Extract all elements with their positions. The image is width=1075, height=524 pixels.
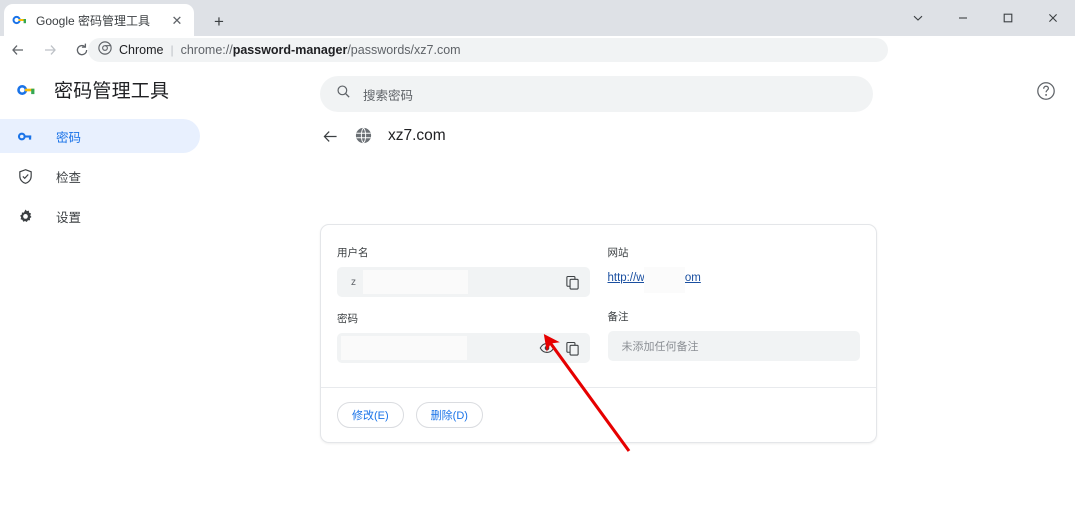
- website-link-prefix: http://w: [607, 272, 645, 284]
- password-redaction: [341, 336, 467, 360]
- close-icon[interactable]: ✕: [168, 11, 186, 29]
- username-field-group: 用户名 z: [337, 245, 590, 297]
- maximize-icon[interactable]: [985, 0, 1030, 36]
- chrome-label: Chrome: [119, 43, 164, 57]
- username-input[interactable]: z: [337, 267, 590, 297]
- browser-window: Google 密码管理工具 ✕ + Chrome | chrome://pass…: [0, 0, 1075, 524]
- address-bar[interactable]: Chrome | chrome://password-manager/passw…: [88, 38, 888, 62]
- back-icon[interactable]: [4, 36, 32, 64]
- sidebar-item-label: 密码: [56, 130, 82, 145]
- omnibox-separator: |: [170, 43, 174, 57]
- edit-button[interactable]: 修改(E): [337, 402, 404, 428]
- new-tab-button[interactable]: +: [206, 8, 232, 34]
- password-card: 用户名 z 密码 网站 http://w com 备注 未添加任何备注 修改(E…: [320, 224, 877, 443]
- card-body: 用户名 z 密码 网站 http://w com 备注 未添加任何备注: [321, 225, 876, 387]
- key-icon: [16, 79, 38, 101]
- copy-icon[interactable]: [564, 273, 582, 291]
- search-placeholder: 搜索密码: [363, 88, 414, 103]
- back-icon[interactable]: [320, 126, 340, 146]
- app-header: 密码管理工具 搜索密码: [0, 64, 1075, 119]
- detail-header: xz7.com: [320, 119, 920, 153]
- tab-strip: Google 密码管理工具 ✕ +: [0, 0, 1075, 36]
- tab-title: Google 密码管理工具: [36, 13, 151, 28]
- password-label: 密码: [337, 313, 358, 325]
- help-circle-icon[interactable]: [1035, 80, 1059, 104]
- note-field-group: 备注 未添加任何备注: [607, 309, 860, 361]
- page-title: 密码管理工具: [54, 81, 170, 102]
- google-password-manager-favicon: [12, 12, 28, 28]
- shield-check-icon: [16, 167, 34, 185]
- url-host: password-manager: [232, 43, 348, 57]
- card-actions: 修改(E) 删除(D): [321, 388, 876, 442]
- username-redaction: [363, 270, 468, 294]
- url-path: /passwords/xz7.com: [347, 43, 461, 57]
- sidebar-item-passwords[interactable]: 密码: [0, 119, 200, 153]
- website-link-line: http://wxxxxxxcom: [607, 267, 861, 293]
- sidebar-item-settings[interactable]: 设置: [0, 199, 200, 233]
- forward-icon[interactable]: [36, 36, 64, 64]
- right-column: 网站 http://wxxxxxxcom 备注 未添加任何备注: [607, 245, 861, 363]
- search-icon: [336, 84, 351, 104]
- copy-icon[interactable]: [564, 339, 582, 357]
- sidebar-item-label: 设置: [56, 210, 82, 225]
- close-icon[interactable]: [1030, 0, 1075, 36]
- password-field-group: 密码: [337, 311, 590, 363]
- password-manager-page: 密码管理工具 搜索密码 密码 检查 设置 xz7.com 用户名 z 密码 网站…: [0, 64, 1075, 524]
- website-redaction: [643, 267, 685, 293]
- browser-tab[interactable]: Google 密码管理工具 ✕: [4, 4, 194, 36]
- browser-toolbar: Chrome | chrome://password-manager/passw…: [0, 36, 1075, 96]
- delete-button[interactable]: 删除(D): [415, 402, 483, 428]
- sidebar: 密码 检查 设置: [0, 119, 248, 239]
- left-column: 用户名 z 密码: [337, 245, 590, 363]
- minimize-icon[interactable]: [940, 0, 985, 36]
- gear-icon: [16, 207, 34, 225]
- site-name: xz7.com: [388, 127, 446, 144]
- url-prefix: chrome://: [180, 43, 233, 57]
- website-label: 网站: [607, 247, 629, 259]
- chevron-down-icon[interactable]: [895, 0, 940, 36]
- search-input[interactable]: 搜索密码: [320, 76, 873, 112]
- eye-icon[interactable]: [538, 339, 556, 357]
- password-detail: xz7.com 用户名 z 密码 网站 http://w com 备注 未添加任…: [320, 119, 920, 443]
- username-label: 用户名: [337, 247, 369, 259]
- note-placeholder: 未添加任何备注: [621, 341, 699, 353]
- sidebar-item-checkup[interactable]: 检查: [0, 159, 200, 193]
- chrome-logo-icon: [98, 40, 112, 60]
- window-controls: [895, 0, 1075, 36]
- note-label: 备注: [607, 311, 629, 323]
- note-input[interactable]: 未添加任何备注: [607, 331, 860, 361]
- url-text: chrome://password-manager/passwords/xz7.…: [181, 43, 461, 57]
- globe-icon: [354, 126, 374, 146]
- key-icon: [16, 127, 34, 145]
- app-brand: 密码管理工具: [16, 76, 169, 103]
- sidebar-item-label: 检查: [56, 170, 82, 185]
- password-input[interactable]: [337, 333, 590, 363]
- website-field-group: 网站 http://wxxxxxxcom: [607, 245, 861, 293]
